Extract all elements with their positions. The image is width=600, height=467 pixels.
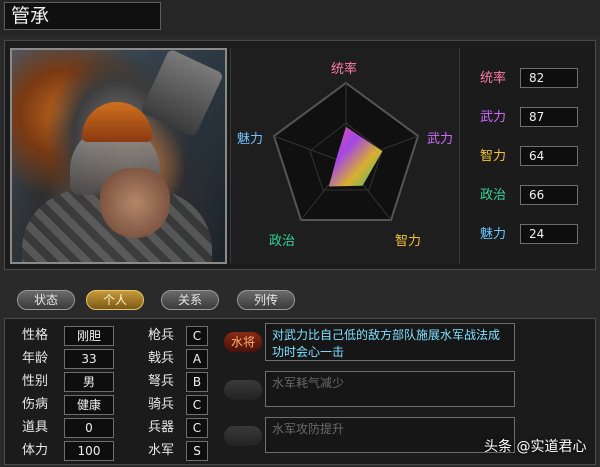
aptitude-grade: A (186, 349, 208, 369)
aptitude-label: 弩兵 (148, 374, 175, 389)
radar-label-leadership: 统率 (331, 62, 358, 77)
personal-label: 性格 (22, 328, 49, 343)
stat-label: 统率 (480, 71, 507, 86)
stat-value: 82 (520, 68, 578, 88)
aptitude-label: 水军 (148, 443, 175, 458)
watermark: 头条 @实道君心 (484, 439, 587, 455)
personal-label: 性别 (22, 374, 49, 389)
tab-biography[interactable]: 列传 (237, 290, 295, 310)
radar-label-war: 武力 (427, 132, 454, 147)
personal-label: 伤病 (22, 397, 49, 412)
stat-row-politics: 政治 66 (462, 185, 592, 207)
personal-label: 道具 (22, 420, 49, 435)
stat-label: 智力 (480, 149, 507, 164)
aptitude-grade: C (186, 395, 208, 415)
general-name: 管承 (4, 2, 161, 30)
tab-relations[interactable]: 关系 (161, 290, 219, 310)
skill-description: 对武力比自己低的敌方部队施展水军战法成功时会心一击 (265, 323, 515, 361)
personal-value: 100 (64, 441, 114, 461)
radar-label-politics: 政治 (269, 234, 296, 249)
radar-chart (272, 81, 420, 221)
personal-value: 33 (64, 349, 114, 369)
personal-value: 刚胆 (64, 326, 114, 346)
skill-description: 水军耗气减少 (265, 371, 515, 407)
stat-label: 魅力 (480, 227, 507, 242)
ability-radar: 统率 武力 智力 政治 魅力 (230, 48, 460, 264)
stat-value: 24 (520, 224, 578, 244)
stat-label: 武力 (480, 110, 507, 125)
aptitude-label: 戟兵 (148, 351, 175, 366)
aptitude-label: 骑兵 (148, 397, 175, 412)
stat-value: 66 (520, 185, 578, 205)
skill-tag-empty (224, 426, 262, 446)
stat-value: 64 (520, 146, 578, 166)
aptitude-grade: C (186, 418, 208, 438)
stat-value: 87 (520, 107, 578, 127)
aptitude-grade: B (186, 372, 208, 392)
stat-label: 政治 (480, 188, 507, 203)
general-portrait (10, 48, 227, 264)
stats-list: 统率 82 武力 87 智力 64 政治 66 魅力 24 (462, 48, 592, 264)
radar-label-intellect: 智力 (395, 234, 422, 249)
tab-status[interactable]: 状态 (17, 290, 75, 310)
face-art (100, 168, 170, 238)
skill-description: 水军攻防提升 (265, 417, 515, 453)
hammer-art (140, 50, 224, 138)
tab-personal[interactable]: 个人 (86, 290, 144, 310)
aptitude-grade: C (186, 326, 208, 346)
personal-value: 男 (64, 372, 114, 392)
radar-label-charm: 魅力 (237, 132, 264, 147)
skill-tag-empty (224, 380, 262, 400)
aptitude-grade: S (186, 441, 208, 461)
aptitude-label: 枪兵 (148, 328, 175, 343)
stat-row-intellect: 智力 64 (462, 146, 592, 168)
aptitude-label: 兵器 (148, 420, 175, 435)
personal-label: 年龄 (22, 351, 49, 366)
stat-row-charm: 魅力 24 (462, 224, 592, 246)
stat-row-war: 武力 87 (462, 107, 592, 129)
personal-value: 健康 (64, 395, 114, 415)
personal-label: 体力 (22, 443, 49, 458)
stat-row-leadership: 统率 82 (462, 68, 592, 90)
personal-value: 0 (64, 418, 114, 438)
skill-tag[interactable]: 水将 (224, 332, 262, 352)
